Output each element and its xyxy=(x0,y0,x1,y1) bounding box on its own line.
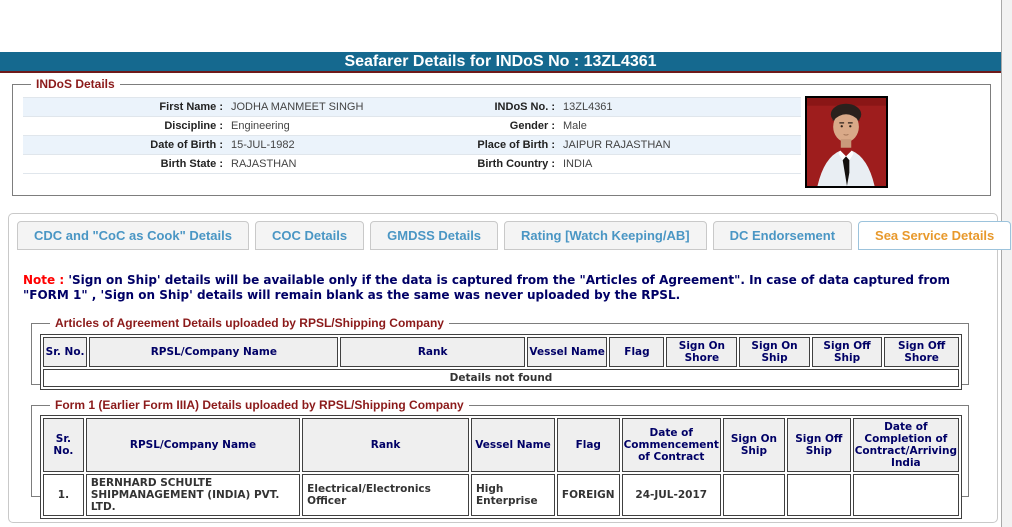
indos-details-legend: INDoS Details xyxy=(31,77,120,91)
form1-fieldset: Form 1 (Earlier Form IIIA) Details uploa… xyxy=(31,398,969,519)
form1-header-vessel: Vessel Name xyxy=(470,418,555,472)
agreement-header-company: RPSL/Company Name xyxy=(89,337,339,367)
indos-details-grid: First Name : JODHA MANMEET SINGH INDoS N… xyxy=(23,97,801,174)
date-of-birth-label: Date of Birth : xyxy=(150,139,223,151)
form1-cell-company: BERNHARD SCHULTE SHIPMANAGEMENT (INDIA) … xyxy=(85,474,301,516)
first-name-value: JODHA MANMEET SINGH xyxy=(231,101,364,113)
form1-data-row: 1. BERNHARD SCHULTE SHIPMANAGEMENT (INDI… xyxy=(43,474,959,516)
form1-header-company: RPSL/Company Name xyxy=(85,418,301,472)
tab-coc-details[interactable]: COC Details xyxy=(254,221,365,250)
place-of-birth-label: Place of Birth : xyxy=(477,139,555,151)
date-of-birth-value: 15-JUL-1982 xyxy=(231,139,295,151)
agreement-header-row: Sr. No. RPSL/Company Name Rank Vessel Na… xyxy=(43,337,959,367)
vertical-scrollbar[interactable] xyxy=(1001,0,1012,527)
agreement-empty-row: Details not found xyxy=(43,369,959,387)
agreement-header-sign-on-ship: Sign On Ship xyxy=(739,337,810,367)
form1-cell-vessel: High Enterprise xyxy=(470,474,555,516)
agreement-header-sr-no: Sr. No. xyxy=(43,337,88,367)
form1-cell-sr-no: 1. xyxy=(43,474,84,516)
detail-row: First Name : JODHA MANMEET SINGH INDoS N… xyxy=(23,98,801,117)
form1-cell-commencement: 24-JUL-2017 xyxy=(621,474,721,516)
detail-row: Discipline : Engineering Gender : Male xyxy=(23,117,801,136)
discipline-label: Discipline : xyxy=(164,120,223,132)
tab-strip: CDC and "CoC as Cook" Details COC Detail… xyxy=(17,221,1012,250)
form1-cell-sign-on-ship xyxy=(722,474,785,516)
agreement-header-rank: Rank xyxy=(340,337,525,367)
agreement-table: Sr. No. RPSL/Company Name Rank Vessel Na… xyxy=(40,334,962,390)
seafarer-photo xyxy=(805,96,888,188)
agreement-header-flag: Flag xyxy=(609,337,665,367)
agreement-header-sign-on-shore: Sign On Shore xyxy=(666,337,738,367)
note-text: Note : 'Sign on Ship' details will be av… xyxy=(23,273,981,303)
form1-header-sign-off-ship: Sign Off Ship xyxy=(786,418,851,472)
form1-header-completion: Date of Completion of Contract/Arriving … xyxy=(852,418,959,472)
birth-state-label: Birth State : xyxy=(160,158,223,170)
note-prefix: Note : xyxy=(23,273,65,287)
tab-cdc-coc-as-cook-details[interactable]: CDC and "CoC as Cook" Details xyxy=(17,221,249,250)
page-title: Seafarer Details for INDoS No : 13ZL4361 xyxy=(0,52,1001,73)
agreement-header-vessel: Vessel Name xyxy=(526,337,608,367)
first-name-label: First Name : xyxy=(159,101,223,113)
agreement-fieldset: Articles of Agreement Details uploaded b… xyxy=(31,316,969,390)
form1-header-row: Sr. No. RPSL/Company Name Rank Vessel Na… xyxy=(43,418,959,472)
place-of-birth-value: JAIPUR RAJASTHAN xyxy=(563,139,671,151)
discipline-value: Engineering xyxy=(231,120,290,132)
form1-table: Sr. No. RPSL/Company Name Rank Vessel Na… xyxy=(40,415,962,519)
tab-rating-watch-keeping-ab[interactable]: Rating [Watch Keeping/AB] xyxy=(504,221,707,250)
tab-panel: CDC and "CoC as Cook" Details COC Detail… xyxy=(8,213,1012,523)
gender-label: Gender : xyxy=(509,120,555,132)
form1-cell-flag: FOREIGN xyxy=(556,474,620,516)
detail-row: Birth State : RAJASTHAN Birth Country : … xyxy=(23,155,801,174)
form1-header-sr-no: Sr. No. xyxy=(43,418,84,472)
tab-dc-endorsement[interactable]: DC Endorsement xyxy=(712,221,853,250)
agreement-header-sign-off-ship: Sign Off Ship xyxy=(811,337,883,367)
birth-country-value: INDIA xyxy=(563,158,593,170)
tab-gmdss-details[interactable]: GMDSS Details xyxy=(370,221,499,250)
details-not-found-message: Details not found xyxy=(43,369,959,387)
form1-cell-rank: Electrical/Electronics Officer xyxy=(302,474,469,516)
seafarer-photo-image xyxy=(807,98,886,186)
form1-legend: Form 1 (Earlier Form IIIA) Details uploa… xyxy=(50,398,469,412)
form1-header-sign-on-ship: Sign On Ship xyxy=(722,418,785,472)
agreement-header-sign-off-shore: Sign Off Shore xyxy=(884,337,959,367)
indos-no-value: 13ZL4361 xyxy=(563,101,613,113)
birth-state-value: RAJASTHAN xyxy=(231,158,297,170)
indos-no-label: INDoS No. : xyxy=(494,101,556,113)
form1-header-rank: Rank xyxy=(302,418,469,472)
tab-sea-service-details[interactable]: Sea Service Details xyxy=(858,221,1012,250)
form1-cell-sign-off-ship xyxy=(786,474,851,516)
agreement-legend: Articles of Agreement Details uploaded b… xyxy=(50,316,449,330)
seafarer-details-page: Seafarer Details for INDoS No : 13ZL4361… xyxy=(0,0,1012,527)
gender-value: Male xyxy=(563,120,587,132)
detail-row: Date of Birth : 15-JUL-1982 Place of Bir… xyxy=(23,136,801,155)
form1-header-flag: Flag xyxy=(556,418,620,472)
form1-header-commencement: Date of Commencement of Contract xyxy=(621,418,721,472)
note-body: 'Sign on Ship' details will be available… xyxy=(23,273,951,302)
form1-cell-completion xyxy=(852,474,959,516)
birth-country-label: Birth Country : xyxy=(477,158,555,170)
